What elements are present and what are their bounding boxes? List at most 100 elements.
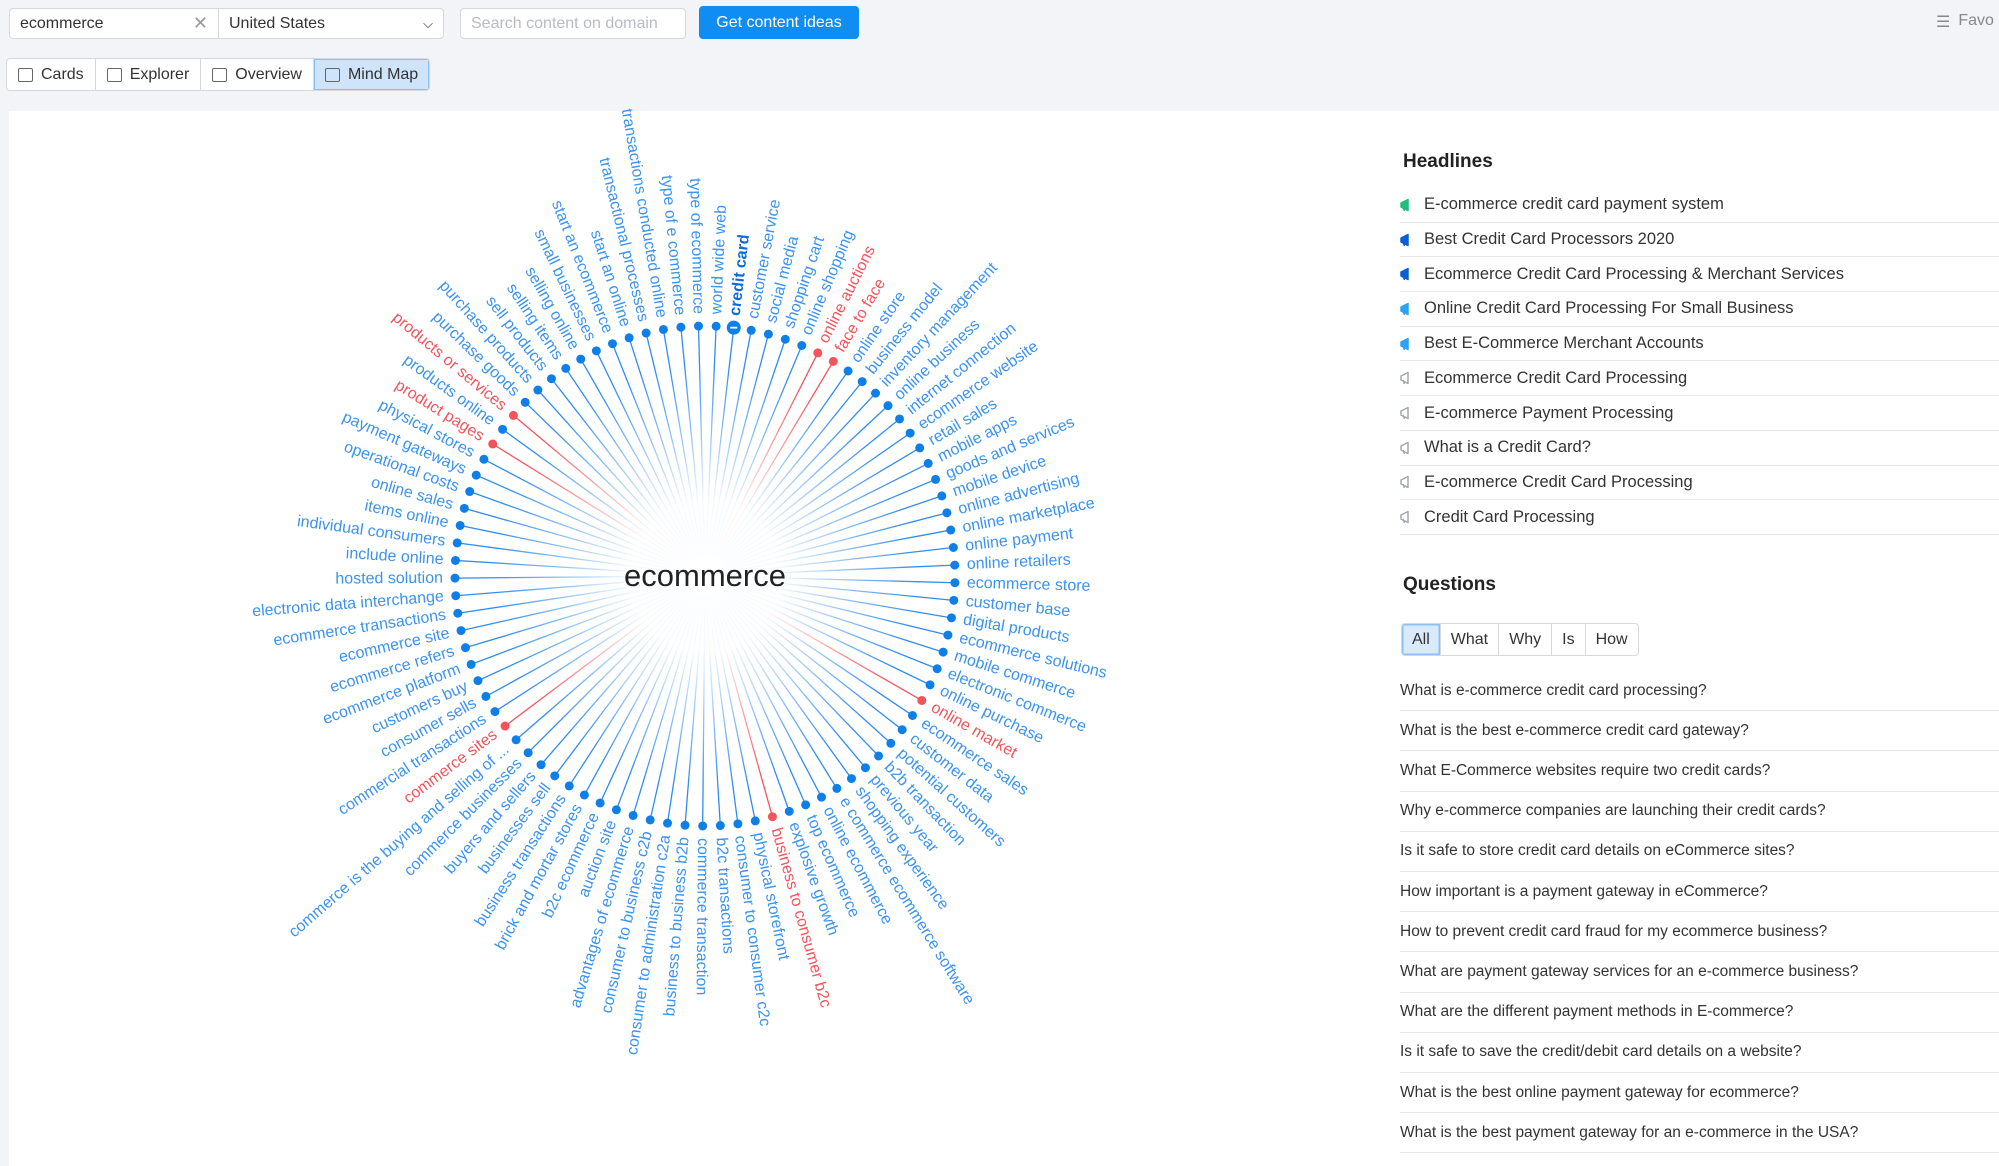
- mind-map-dot[interactable]: [846, 774, 856, 784]
- mind-map-dot[interactable]: [917, 695, 927, 705]
- mind-map-dot[interactable]: [608, 339, 618, 349]
- mind-map-dot[interactable]: [874, 751, 884, 761]
- mind-map-dot[interactable]: [693, 321, 703, 331]
- mind-map-dot[interactable]: [949, 595, 959, 605]
- headline-item[interactable]: Credit Card Processing: [1400, 500, 1999, 535]
- mind-map-dot[interactable]: [466, 659, 476, 669]
- mind-map-dot[interactable]: [498, 424, 508, 434]
- mind-map-node[interactable]: online retailers: [966, 552, 1071, 574]
- headline-item[interactable]: Ecommerce Credit Card Processing: [1400, 362, 1999, 397]
- favorites-button[interactable]: ☰ Favo: [1936, 12, 1994, 32]
- headline-item[interactable]: Best E-Commerce Merchant Accounts: [1400, 327, 1999, 362]
- mind-map-dot[interactable]: [828, 356, 838, 366]
- mind-map-dot[interactable]: [520, 397, 530, 407]
- mind-map-dot[interactable]: [931, 474, 941, 484]
- mind-map-dot[interactable]: [946, 525, 956, 535]
- mind-map-dot[interactable]: [897, 725, 907, 735]
- filter-all[interactable]: All: [1402, 624, 1441, 655]
- headline-item[interactable]: E-commerce Credit Card Processing: [1400, 466, 1999, 501]
- mind-map-dot[interactable]: [452, 538, 462, 548]
- question-item[interactable]: What are payment gateway services for an…: [1400, 952, 1999, 993]
- question-item[interactable]: Is it safe to save the credit/debit card…: [1400, 1033, 1999, 1073]
- mind-map-dot[interactable]: [948, 542, 958, 552]
- filter-how[interactable]: How: [1586, 624, 1638, 655]
- mind-map-dot[interactable]: [715, 821, 725, 831]
- mind-map-dot[interactable]: [459, 503, 469, 513]
- mind-map-dot[interactable]: [451, 591, 461, 601]
- mind-map-node[interactable]: type of ecommerce: [686, 178, 707, 315]
- mind-map-dot[interactable]: [508, 410, 518, 420]
- mind-map-dot[interactable]: [907, 710, 917, 720]
- mind-map-dot[interactable]: [450, 573, 460, 583]
- mind-map-dot[interactable]: [895, 414, 905, 424]
- mind-map-dot[interactable]: [698, 821, 708, 831]
- mind-map-dot[interactable]: [871, 388, 881, 398]
- mind-map-dot[interactable]: [465, 487, 475, 497]
- mind-map-dot[interactable]: [860, 763, 870, 773]
- headline-item[interactable]: Best Credit Card Processors 2020: [1400, 223, 1999, 258]
- question-item[interactable]: What is e-commerce credit card processin…: [1400, 671, 1999, 712]
- mind-map-dot[interactable]: [676, 322, 686, 332]
- question-item[interactable]: What is the best online payment gateway …: [1400, 1073, 1999, 1114]
- mind-map-node[interactable]: hosted solution: [335, 570, 443, 588]
- mind-map-dot[interactable]: [886, 738, 896, 748]
- mind-map-dot[interactable]: [938, 647, 948, 657]
- mind-map-dot[interactable]: [511, 735, 521, 745]
- mind-map-dot[interactable]: [550, 771, 560, 781]
- mind-map-dot[interactable]: [950, 560, 960, 570]
- mind-map-dot[interactable]: [658, 324, 668, 334]
- mind-map-dot[interactable]: [950, 578, 960, 588]
- filter-is[interactable]: Is: [1552, 624, 1586, 655]
- mind-map-dot[interactable]: [471, 470, 481, 480]
- question-item[interactable]: What is the best e-commerce credit card …: [1400, 711, 1999, 752]
- headline-item[interactable]: E-commerce Payment Processing: [1400, 396, 1999, 431]
- mind-map-dot[interactable]: [533, 385, 543, 395]
- question-item[interactable]: How important is a payment gateway in eC…: [1400, 872, 1999, 913]
- filter-what[interactable]: What: [1441, 624, 1500, 655]
- mind-map-dot[interactable]: [797, 341, 807, 351]
- question-item[interactable]: Why e-commerce companies are launching t…: [1400, 792, 1999, 832]
- mind-map-dot[interactable]: [780, 334, 790, 344]
- mind-map-dot[interactable]: [576, 354, 586, 364]
- mind-map-dot[interactable]: [843, 366, 853, 376]
- mind-map-dot[interactable]: [455, 520, 465, 530]
- mind-map-dot[interactable]: [456, 626, 466, 636]
- mind-map-dot[interactable]: [536, 760, 546, 770]
- mind-map-dot[interactable]: [591, 346, 601, 356]
- mind-map-dot[interactable]: [767, 812, 777, 822]
- mind-map-dot[interactable]: [813, 348, 823, 358]
- mind-map-dot[interactable]: [460, 643, 470, 653]
- mind-map-dot[interactable]: [733, 819, 743, 829]
- mind-map-dot[interactable]: [561, 363, 571, 373]
- headline-item[interactable]: Ecommerce Credit Card Processing & Merch…: [1400, 257, 1999, 293]
- question-item[interactable]: What E-Commerce websites require two cre…: [1400, 751, 1999, 792]
- mind-map-dot[interactable]: [641, 328, 651, 338]
- mind-map-dot[interactable]: [932, 664, 942, 674]
- mind-map-dot[interactable]: [645, 815, 655, 825]
- mind-map-dot[interactable]: [746, 325, 756, 335]
- mind-map-dot[interactable]: [832, 783, 842, 793]
- headline-item[interactable]: What is a Credit Card?: [1400, 431, 1999, 466]
- mind-map-node[interactable]: commerce transaction: [693, 838, 711, 996]
- mind-map-dot[interactable]: [564, 781, 574, 791]
- headline-item[interactable]: E-commerce credit card payment system: [1400, 188, 1999, 223]
- mind-map-dot[interactable]: [611, 805, 621, 815]
- mind-map-dot[interactable]: [663, 818, 673, 828]
- mind-map-dot[interactable]: [943, 630, 953, 640]
- mind-map-dot[interactable]: [473, 676, 483, 686]
- mind-map-node[interactable]: world wide web: [708, 205, 730, 316]
- filter-why[interactable]: Why: [1499, 624, 1553, 655]
- headline-item[interactable]: Online Credit Card Processing For Small …: [1400, 292, 1999, 327]
- mind-map-dot[interactable]: [784, 806, 794, 816]
- mind-map-dot[interactable]: [450, 555, 460, 565]
- mind-map-dot[interactable]: [942, 508, 952, 518]
- mind-map-dot[interactable]: [750, 816, 760, 826]
- mind-map-dot[interactable]: [628, 810, 638, 820]
- mind-map-dot[interactable]: [923, 458, 933, 468]
- mind-map-dot[interactable]: [546, 374, 556, 384]
- mind-map-dot[interactable]: [925, 680, 935, 690]
- mind-map-dot[interactable]: [711, 321, 721, 331]
- mind-map-node[interactable]: b2c transactions: [713, 837, 737, 954]
- mind-map-dot[interactable]: [488, 439, 498, 449]
- mind-map-dot[interactable]: [857, 377, 867, 387]
